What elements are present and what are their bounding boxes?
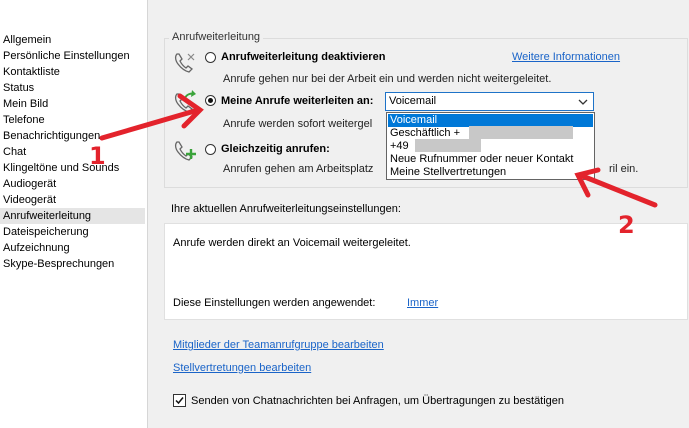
annotation-marker-1: 1 <box>89 142 106 170</box>
annotation-arrows <box>99 93 658 208</box>
arrow-icon <box>99 93 204 141</box>
arrow-icon <box>574 167 658 208</box>
annotation-marker-2: 2 <box>618 211 635 239</box>
